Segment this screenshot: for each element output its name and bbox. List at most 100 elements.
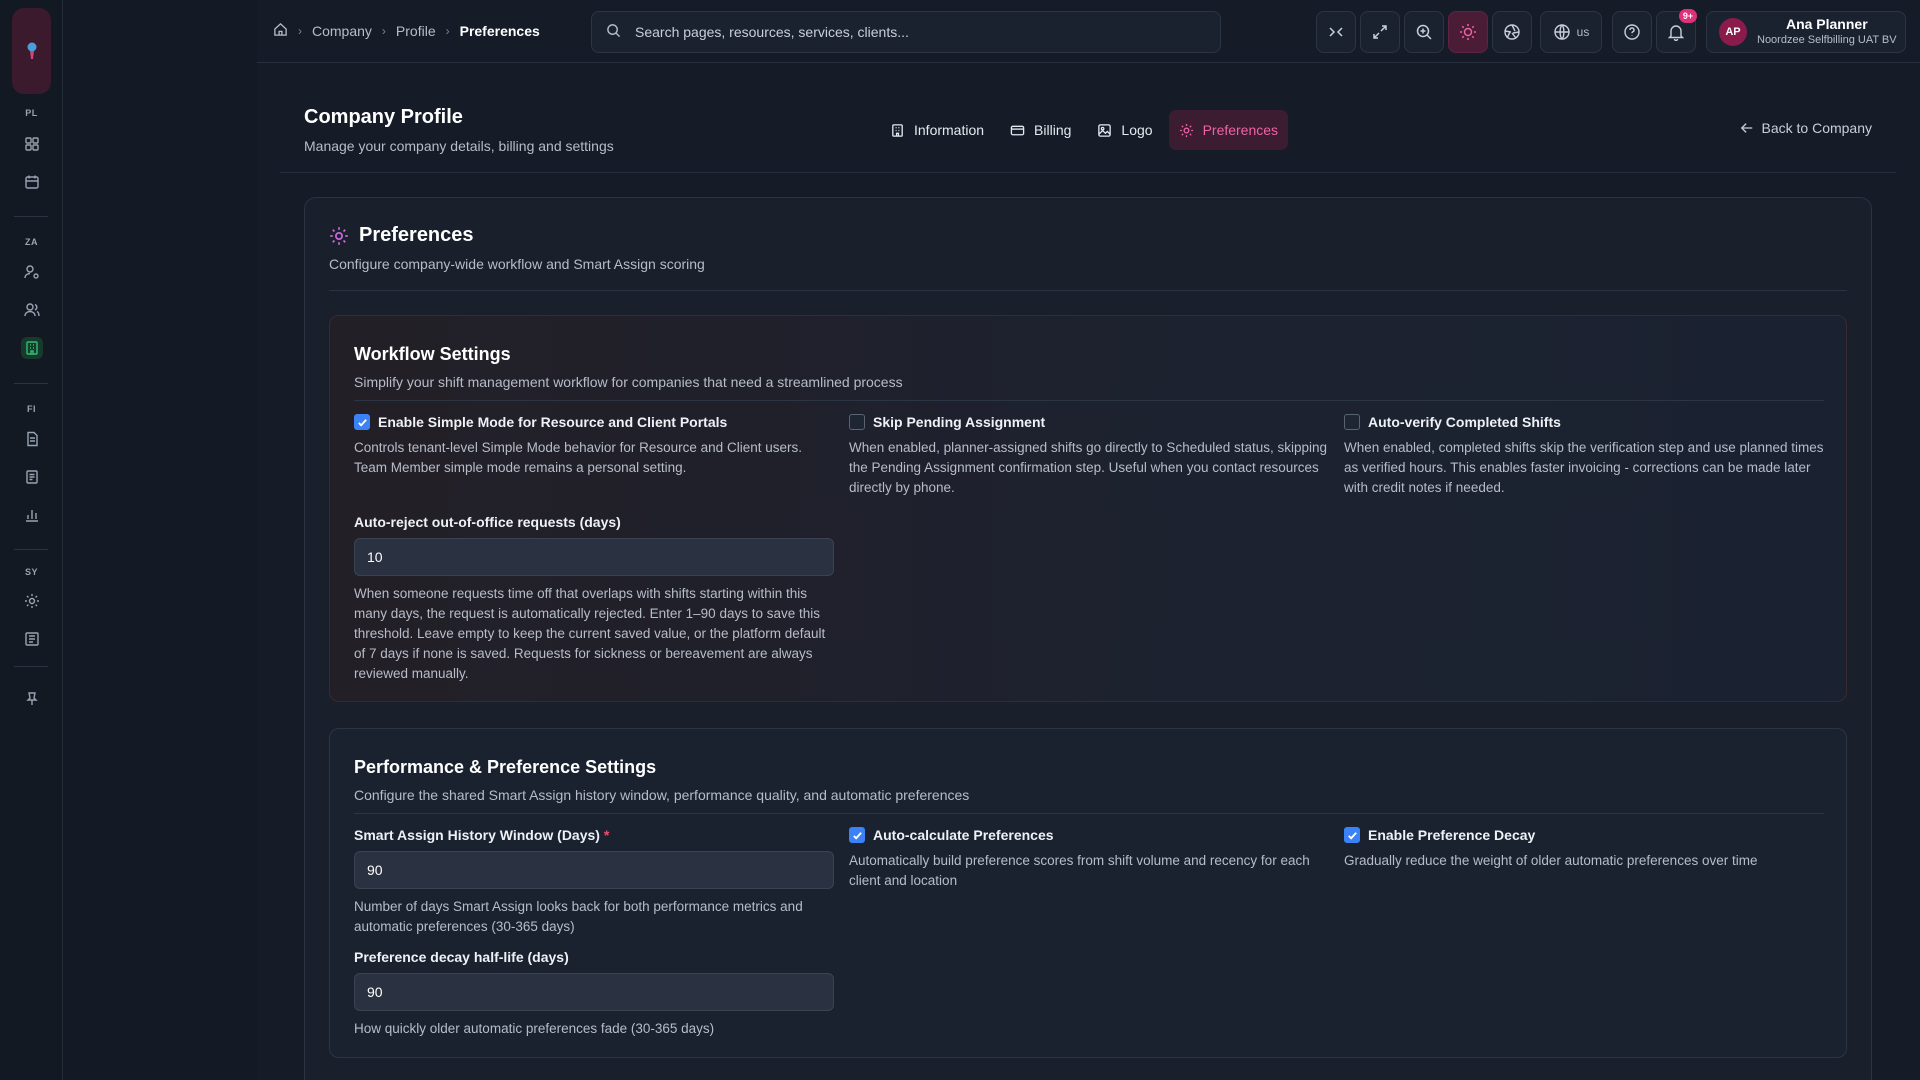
receipt-icon[interactable] [21, 466, 43, 488]
aperture-button[interactable] [1492, 11, 1532, 53]
auto-calc-label[interactable]: Auto-calculate Preferences [873, 827, 1054, 843]
gear-icon [330, 226, 348, 245]
company-building-icon[interactable] [21, 337, 43, 359]
simple-mode-checkbox[interactable] [354, 414, 370, 430]
performance-settings-section: Performance & Preference Settings Config… [329, 728, 1847, 1058]
card-subtitle: Configure company-wide workflow and Smar… [329, 256, 705, 272]
pin-icon[interactable] [21, 688, 43, 710]
language-code: us [1576, 25, 1590, 39]
arrow-left-icon [1740, 123, 1752, 133]
profile-tabs: Information Billing Logo Preferences [880, 110, 1289, 150]
aperture-icon [1504, 24, 1520, 40]
auto-reject-days-input[interactable]: 10 [354, 538, 834, 576]
back-label: Back to Company [1761, 120, 1873, 136]
globe-icon [1553, 24, 1570, 40]
auto-verify-checkbox[interactable] [1344, 414, 1360, 430]
gear-icon [1179, 123, 1193, 137]
history-window-input[interactable]: 90 [354, 851, 834, 889]
auto-reject-label: Auto-reject out-of-office requests (days… [354, 514, 621, 530]
bar-chart-icon[interactable] [21, 504, 43, 526]
history-window-label: Smart Assign History Window (Days) [354, 827, 600, 843]
zoom-in-icon [1416, 24, 1432, 40]
rail-divider [14, 216, 48, 217]
tab-preferences[interactable]: Preferences [1168, 110, 1289, 150]
theme-toggle-button[interactable] [1448, 11, 1488, 53]
check-icon [852, 831, 862, 840]
decay-setting: Enable Preference Decay Gradually reduce… [1344, 827, 1824, 871]
decay-label[interactable]: Enable Preference Decay [1368, 827, 1535, 843]
notifications-button[interactable]: 9+ [1656, 9, 1697, 53]
collapse-sidebar-button[interactable] [1316, 11, 1356, 53]
language-selector[interactable]: us [1540, 11, 1602, 53]
skip-pending-label[interactable]: Skip Pending Assignment [873, 414, 1045, 430]
skip-pending-setting: Skip Pending Assignment When enabled, pl… [849, 414, 1329, 498]
tab-billing[interactable]: Billing [1000, 110, 1081, 150]
app-logo[interactable] [12, 8, 51, 94]
dashboard-grid-icon[interactable] [21, 133, 43, 155]
section-subtitle: Simplify your shift management workflow … [354, 374, 903, 390]
auto-verify-setting: Auto-verify Completed Shifts When enable… [1344, 414, 1824, 498]
section-title: Workflow Settings [354, 344, 511, 364]
section-divider [354, 813, 1824, 814]
top-bar: › Company › Profile › Preferences Search… [257, 0, 1920, 63]
auto-calc-help: Automatically build preference scores fr… [849, 853, 1310, 888]
simple-mode-help: Controls tenant-level Simple Mode behavi… [354, 440, 802, 475]
breadcrumb-profile[interactable]: Profile [396, 23, 436, 39]
page-subtitle: Manage your company details, billing and… [304, 138, 614, 154]
history-window-help: Number of days Smart Assign looks back f… [354, 899, 803, 934]
notification-badge: 9+ [1679, 9, 1697, 23]
section-divider [354, 400, 1824, 401]
decay-half-life-help: How quickly older automatic preferences … [354, 1021, 715, 1036]
search-input[interactable]: Search pages, resources, services, clien… [591, 11, 1221, 53]
bell-icon [1667, 25, 1685, 41]
required-marker: * [603, 827, 610, 843]
avatar: AP [1719, 18, 1747, 46]
tab-label: Preferences [1202, 122, 1279, 138]
audit-log-icon[interactable] [21, 628, 43, 650]
secondary-sidebar [63, 0, 257, 1080]
users-icon[interactable] [21, 299, 43, 321]
sun-icon [1460, 24, 1476, 40]
rail-divider [14, 383, 48, 384]
auto-verify-label[interactable]: Auto-verify Completed Shifts [1368, 414, 1561, 430]
search-icon [606, 23, 621, 41]
help-button[interactable] [1612, 11, 1652, 53]
card-divider [329, 290, 1847, 291]
rail-divider [14, 666, 48, 667]
chevron-right-icon: › [298, 24, 302, 38]
decay-checkbox[interactable] [1344, 827, 1360, 843]
invoice-icon[interactable] [21, 428, 43, 450]
simple-mode-label[interactable]: Enable Simple Mode for Resource and Clie… [378, 414, 727, 430]
help-circle-icon [1624, 24, 1640, 40]
workflow-settings-section: Workflow Settings Simplify your shift ma… [329, 315, 1847, 702]
tab-logo[interactable]: Logo [1087, 110, 1162, 150]
user-menu[interactable]: AP Ana Planner Noordzee Selfbilling UAT … [1706, 11, 1906, 53]
tab-label: Logo [1121, 122, 1153, 138]
auto-reject-help: When someone requests time off that over… [354, 586, 826, 681]
breadcrumb-company[interactable]: Company [312, 23, 372, 39]
fullscreen-button[interactable] [1360, 11, 1400, 53]
auto-verify-help: When enabled, completed shifts skip the … [1344, 440, 1824, 495]
header-divider [280, 172, 1896, 173]
breadcrumb: › Company › Profile › Preferences [273, 22, 540, 40]
decay-help: Gradually reduce the weight of older aut… [1344, 853, 1758, 868]
back-to-company-link[interactable]: Back to Company [1740, 120, 1873, 136]
user-settings-icon[interactable] [21, 261, 43, 283]
search-placeholder: Search pages, resources, services, clien… [635, 24, 909, 40]
chevron-right-icon: › [381, 24, 386, 38]
tab-information[interactable]: Information [880, 110, 994, 150]
rail-group-label: PL [25, 108, 38, 118]
decay-half-life-label: Preference decay half-life (days) [354, 949, 569, 965]
home-icon[interactable] [273, 22, 288, 40]
skip-pending-checkbox[interactable] [849, 414, 865, 430]
tab-label: Billing [1034, 122, 1072, 138]
gear-icon[interactable] [21, 590, 43, 612]
decay-half-life-setting: Preference decay half-life (days) 90 How… [354, 949, 834, 1039]
chevron-right-icon: › [445, 24, 450, 38]
breadcrumb-current: Preferences [459, 23, 540, 39]
calendar-icon[interactable] [21, 171, 43, 193]
auto-calc-checkbox[interactable] [849, 827, 865, 843]
decay-half-life-input[interactable]: 90 [354, 973, 834, 1011]
zoom-button[interactable] [1404, 11, 1444, 53]
collapse-icon [1329, 27, 1343, 37]
